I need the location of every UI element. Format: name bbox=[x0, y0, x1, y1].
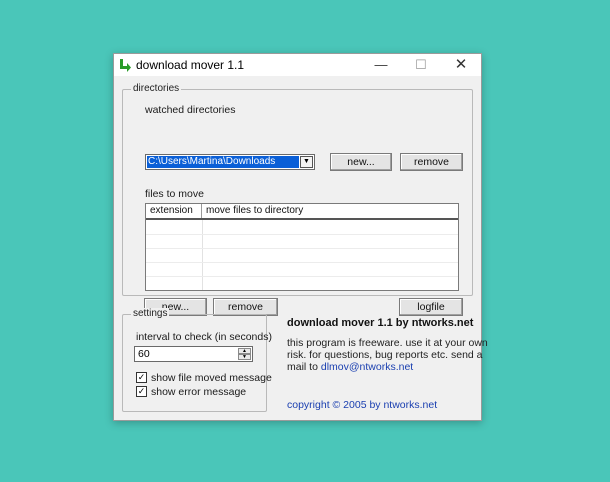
watched-remove-button[interactable]: remove bbox=[400, 153, 463, 171]
files-to-move-list[interactable]: extension move files to directory bbox=[145, 203, 459, 291]
email-link[interactable]: dlmov@ntworks.net bbox=[321, 361, 413, 373]
spin-down-icon[interactable]: ▼ bbox=[238, 354, 251, 360]
download-arrow-icon bbox=[120, 59, 131, 72]
watched-directory-value: C:\Users\Martina\Downloads bbox=[147, 156, 299, 168]
interval-label: interval to check (in seconds) bbox=[136, 331, 272, 343]
interval-stepper[interactable]: ▲ ▼ bbox=[134, 346, 253, 362]
watched-directories-label: watched directories bbox=[145, 104, 236, 116]
logfile-button[interactable]: logfile bbox=[399, 298, 463, 316]
column-extension[interactable]: extension bbox=[146, 204, 202, 218]
show-moved-checkbox[interactable]: ✓ bbox=[136, 372, 147, 383]
show-error-checkbox[interactable]: ✓ bbox=[136, 386, 147, 397]
close-button[interactable]: ✕ bbox=[441, 54, 481, 76]
files-to-move-label: files to move bbox=[145, 188, 204, 200]
directories-group: directories watched directories C:\Users… bbox=[122, 83, 473, 316]
grid-line bbox=[146, 262, 458, 263]
grid-line bbox=[146, 276, 458, 277]
settings-legend: settings bbox=[131, 308, 170, 319]
show-error-label[interactable]: show error message bbox=[151, 386, 246, 398]
list-header: extension move files to directory bbox=[146, 204, 458, 220]
watched-directory-select[interactable]: C:\Users\Martina\Downloads ▼ bbox=[145, 154, 315, 170]
check-icon: ✓ bbox=[137, 372, 146, 382]
minimize-button[interactable]: — bbox=[361, 54, 401, 76]
show-moved-label[interactable]: show file moved message bbox=[151, 372, 272, 384]
column-move-to-directory[interactable]: move files to directory bbox=[202, 204, 458, 218]
copyright-link[interactable]: copyright © 2005 by ntworks.net bbox=[287, 399, 437, 411]
triangle-down-icon[interactable]: ▼ bbox=[300, 156, 313, 168]
watched-new-button[interactable]: new... bbox=[330, 153, 392, 171]
grid-line bbox=[146, 248, 458, 249]
title-bar[interactable]: download mover 1.1 — ☐ ✕ bbox=[114, 54, 481, 76]
window-title: download mover 1.1 bbox=[136, 58, 245, 72]
about-line-3: mail to dlmov@ntworks.net bbox=[287, 361, 413, 373]
column-divider bbox=[202, 220, 203, 290]
about-line-2: risk. for questions, bug reports etc. se… bbox=[287, 349, 483, 361]
app-window: download mover 1.1 — ☐ ✕ directories wat… bbox=[113, 53, 488, 421]
mail-to-text: mail to bbox=[287, 361, 318, 373]
about-title: download mover 1.1 by ntworks.net bbox=[287, 317, 474, 329]
maximize-button[interactable]: ☐ bbox=[401, 54, 441, 76]
about-line-1: this program is freeware. use it at your… bbox=[287, 337, 488, 349]
grid-line bbox=[146, 234, 458, 235]
check-icon: ✓ bbox=[137, 386, 146, 396]
interval-input[interactable] bbox=[136, 348, 236, 360]
directories-legend: directories bbox=[131, 83, 182, 94]
